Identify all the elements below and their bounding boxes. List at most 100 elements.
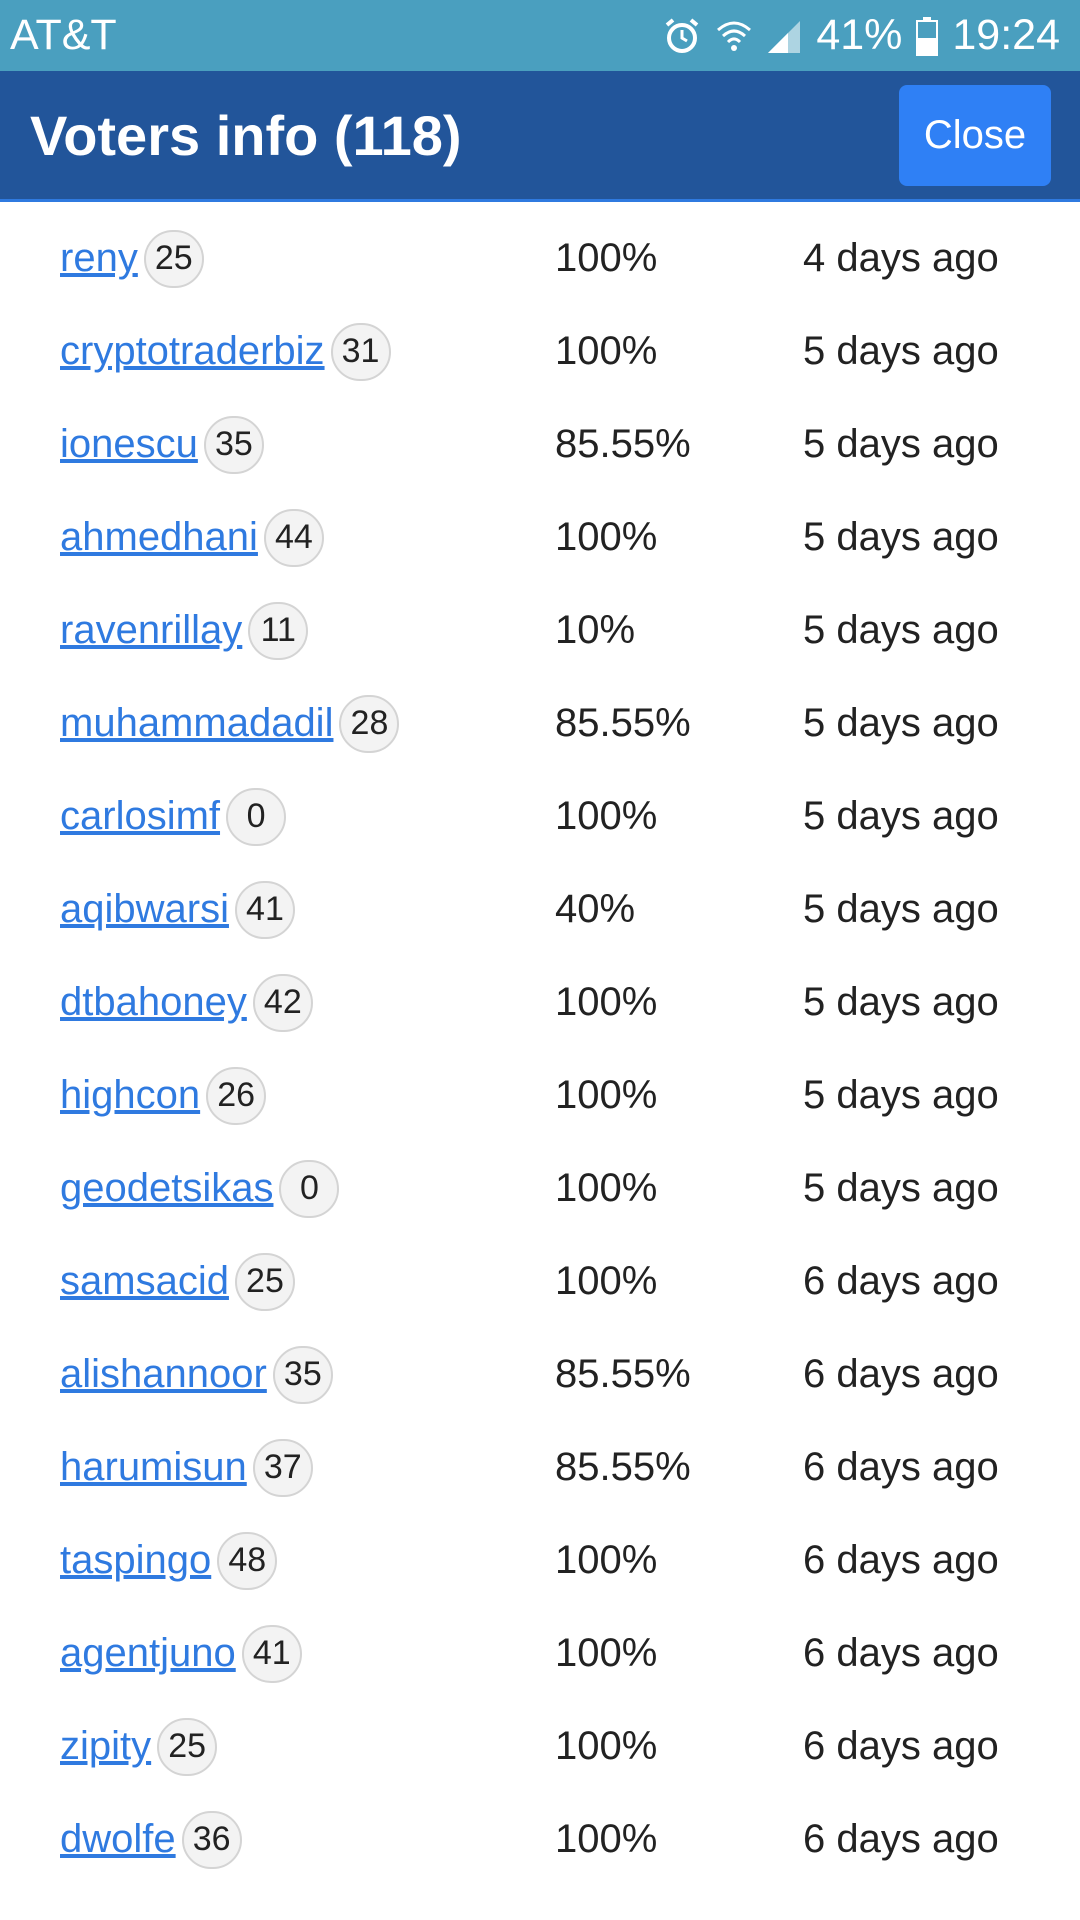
reputation-badge: 35: [272, 1345, 333, 1404]
voter-username-link[interactable]: geodetsikas: [60, 1166, 273, 1211]
voter-user-cell: cryptotraderbiz 31: [60, 322, 391, 381]
close-button[interactable]: Close: [899, 84, 1051, 186]
reputation-badge: 11: [248, 601, 309, 660]
vote-percent: 100%: [555, 980, 658, 1024]
voter-user-cell: carlosimf 0: [60, 787, 287, 846]
voter-username-link[interactable]: dwolfe: [60, 1817, 176, 1862]
voter-row: geodetsikas 0 100% 5 days ago: [0, 1142, 1080, 1235]
vote-time: 6 days ago: [803, 1724, 999, 1768]
status-bar: AT&T 41% 19:24: [0, 0, 1080, 71]
voter-username-link[interactable]: reny: [60, 236, 138, 281]
reputation-badge: 0: [279, 1159, 340, 1218]
vote-time: 5 days ago: [803, 1166, 999, 1210]
voter-row: agentjuno 41 100% 6 days ago: [0, 1607, 1080, 1700]
reputation-badge: 25: [234, 1252, 295, 1311]
vote-time: 5 days ago: [803, 329, 999, 373]
voter-username-link[interactable]: samsacid: [60, 1259, 229, 1304]
dialog-header: Voters info (118) Close: [0, 71, 1080, 202]
vote-percent: 100%: [555, 1259, 658, 1303]
voter-row: alishannoor 35 85.55% 6 days ago: [0, 1328, 1080, 1421]
voter-row: dwolfe 36 100% 6 days ago: [0, 1793, 1080, 1886]
voter-username-link[interactable]: muhammadadil: [60, 701, 333, 746]
reputation-badge: 41: [234, 880, 295, 939]
voter-row: cryptotraderbiz 31 100% 5 days ago: [0, 305, 1080, 398]
voter-row: ionescu 35 85.55% 5 days ago: [0, 398, 1080, 491]
voter-row: ravenrillay 11 10% 5 days ago: [0, 584, 1080, 677]
voter-row: ahmedhani 44 100% 5 days ago: [0, 491, 1080, 584]
vote-percent: 85.55%: [555, 701, 691, 745]
vote-time: 6 days ago: [803, 1538, 999, 1582]
voter-row: dtbahoney 42 100% 5 days ago: [0, 956, 1080, 1049]
voter-username-link[interactable]: ahmedhani: [60, 515, 258, 560]
vote-time: 5 days ago: [803, 515, 999, 559]
voter-user-cell: harumisun 37: [60, 1438, 313, 1497]
vote-time: 5 days ago: [803, 1073, 999, 1117]
battery-percent: 41%: [816, 11, 903, 59]
voter-user-cell: taspingo 48: [60, 1531, 278, 1590]
voter-row: muhammadadil 28 85.55% 5 days ago: [0, 677, 1080, 770]
vote-time: 6 days ago: [803, 1445, 999, 1489]
reputation-badge: 37: [252, 1438, 313, 1497]
carrier-label: AT&T: [10, 11, 117, 59]
voter-user-cell: alishannoor 35: [60, 1345, 333, 1404]
vote-time: 5 days ago: [803, 887, 999, 931]
reputation-badge: 44: [263, 508, 324, 567]
voter-row: samsacid 25 100% 6 days ago: [0, 1235, 1080, 1328]
voter-username-link[interactable]: aqibwarsi: [60, 887, 229, 932]
voter-row: reny 25 100% 4 days ago: [0, 212, 1080, 305]
vote-time: 6 days ago: [803, 1352, 999, 1396]
alarm-icon: [662, 16, 702, 56]
voter-user-cell: zipity 25: [60, 1717, 218, 1776]
voter-username-link[interactable]: alishannoor: [60, 1352, 267, 1397]
reputation-badge: 48: [217, 1531, 278, 1590]
voter-user-cell: agentjuno 41: [60, 1624, 302, 1683]
vote-time: 5 days ago: [803, 701, 999, 745]
voter-username-link[interactable]: cryptotraderbiz: [60, 329, 325, 374]
vote-time: 5 days ago: [803, 980, 999, 1024]
vote-time: 5 days ago: [803, 794, 999, 838]
vote-percent: 100%: [555, 1166, 658, 1210]
vote-time: 4 days ago: [803, 236, 999, 280]
reputation-badge: 42: [252, 973, 313, 1032]
voter-row: taspingo 48 100% 6 days ago: [0, 1514, 1080, 1607]
vote-percent: 100%: [555, 1724, 658, 1768]
voter-user-cell: highcon 26: [60, 1066, 267, 1125]
voter-username-link[interactable]: dtbahoney: [60, 980, 247, 1025]
voter-username-link[interactable]: ravenrillay: [60, 608, 242, 653]
signal-icon: [766, 17, 802, 55]
vote-percent: 85.55%: [555, 1445, 691, 1489]
reputation-badge: 36: [181, 1810, 242, 1869]
voter-username-link[interactable]: zipity: [60, 1724, 151, 1769]
vote-percent: 85.55%: [555, 1352, 691, 1396]
voter-user-cell: samsacid 25: [60, 1252, 295, 1311]
voter-user-cell: ahmedhani 44: [60, 508, 324, 567]
reputation-badge: 35: [203, 415, 264, 474]
reputation-badge: 41: [241, 1624, 302, 1683]
voter-username-link[interactable]: harumisun: [60, 1445, 247, 1490]
vote-percent: 100%: [555, 236, 658, 280]
vote-time: 6 days ago: [803, 1259, 999, 1303]
voter-row: highcon 26 100% 5 days ago: [0, 1049, 1080, 1142]
vote-percent: 100%: [555, 515, 658, 559]
voter-user-cell: ravenrillay 11: [60, 601, 309, 660]
voter-username-link[interactable]: agentjuno: [60, 1631, 236, 1676]
vote-percent: 100%: [555, 1631, 658, 1675]
voter-row: harumisun 37 85.55% 6 days ago: [0, 1421, 1080, 1514]
vote-percent: 10%: [555, 608, 636, 652]
vote-percent: 100%: [555, 1817, 658, 1861]
vote-percent: 100%: [555, 794, 658, 838]
voter-user-cell: ionescu 35: [60, 415, 264, 474]
voter-username-link[interactable]: highcon: [60, 1073, 200, 1118]
vote-percent: 100%: [555, 329, 658, 373]
voter-username-link[interactable]: ionescu: [60, 422, 198, 467]
reputation-badge: 26: [206, 1066, 267, 1125]
voter-user-cell: muhammadadil 28: [60, 694, 400, 753]
vote-percent: 100%: [555, 1538, 658, 1582]
voter-user-cell: dtbahoney 42: [60, 973, 313, 1032]
vote-time: 5 days ago: [803, 608, 999, 652]
wifi-icon: [716, 16, 752, 56]
voter-username-link[interactable]: carlosimf: [60, 794, 220, 839]
reputation-badge: 25: [157, 1717, 218, 1776]
reputation-badge: 28: [339, 694, 400, 753]
voter-username-link[interactable]: taspingo: [60, 1538, 211, 1583]
